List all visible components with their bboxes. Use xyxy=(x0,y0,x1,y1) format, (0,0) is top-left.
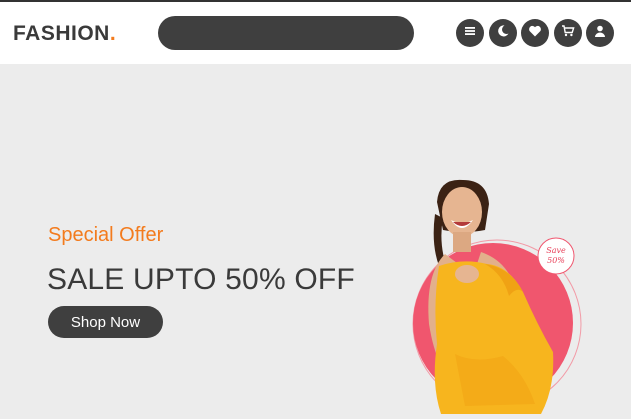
header-icons xyxy=(456,19,619,47)
menu-icon xyxy=(463,24,477,43)
heart-icon xyxy=(528,24,542,43)
logo-dot: . xyxy=(109,22,117,45)
cart-button[interactable] xyxy=(553,19,582,47)
moon-icon xyxy=(496,24,510,43)
search-input[interactable] xyxy=(158,16,414,50)
badge-line-1: Save xyxy=(546,246,566,255)
shop-now-button[interactable]: Shop Now xyxy=(48,306,163,338)
site-header: FASHION. xyxy=(0,2,631,64)
logo-text: FASHION xyxy=(13,22,110,45)
user-icon xyxy=(593,24,607,43)
hero-kicker: Special Offer xyxy=(48,224,164,246)
wishlist-button[interactable] xyxy=(521,19,549,47)
hero-banner: Special Offer SALE UPTO 50% OFF Shop Now… xyxy=(0,64,631,414)
hero-model-image: Save 50% xyxy=(405,174,590,414)
account-button[interactable] xyxy=(586,19,614,47)
dark-mode-button[interactable] xyxy=(488,19,517,47)
hero-headline: SALE UPTO 50% OFF xyxy=(47,263,355,296)
cart-icon xyxy=(561,24,575,43)
logo[interactable]: FASHION. xyxy=(13,22,116,46)
menu-button[interactable] xyxy=(456,19,484,47)
badge-line-2: 50% xyxy=(547,256,565,265)
